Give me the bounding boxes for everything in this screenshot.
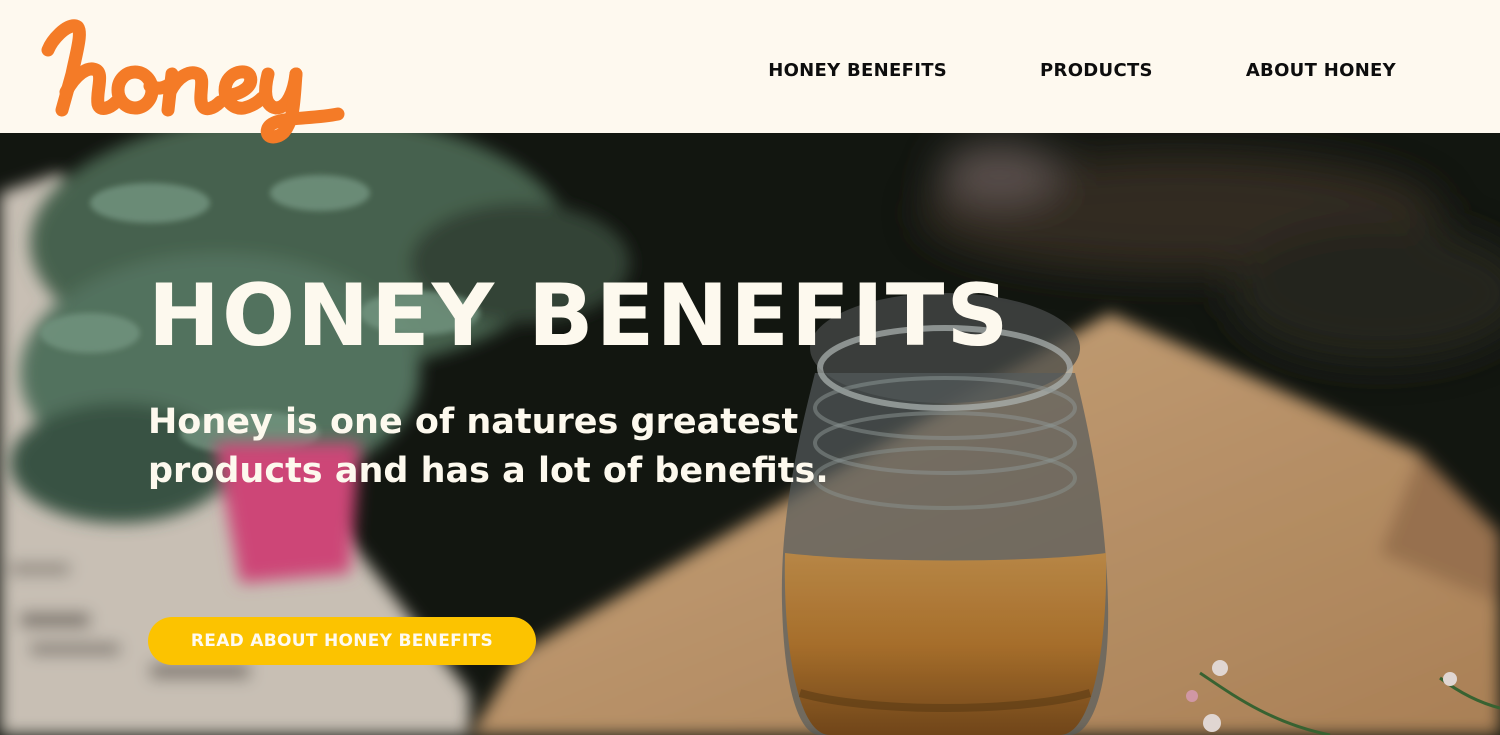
hero-title: HONEY BENEFITS: [148, 266, 1011, 366]
page: HONEY BENEFITS PRODUCTS ABOUT HONEY hone…: [0, 0, 1500, 735]
read-about-honey-benefits-button[interactable]: READ ABOUT HONEY BENEFITS: [148, 617, 536, 665]
nav-link-honey-benefits[interactable]: HONEY BENEFITS: [768, 60, 947, 81]
hero-subtitle: Honey is one of natures greatest product…: [148, 402, 829, 491]
nav-link-about-honey[interactable]: ABOUT HONEY: [1246, 60, 1396, 81]
nav-link-products[interactable]: PRODUCTS: [1040, 60, 1153, 81]
honey-logo[interactable]: honey: [32, 10, 362, 160]
hero-section: HONEY BENEFITS Honey is one of natures g…: [0, 133, 1500, 735]
main-nav: HONEY BENEFITS PRODUCTS ABOUT HONEY: [768, 60, 1396, 81]
